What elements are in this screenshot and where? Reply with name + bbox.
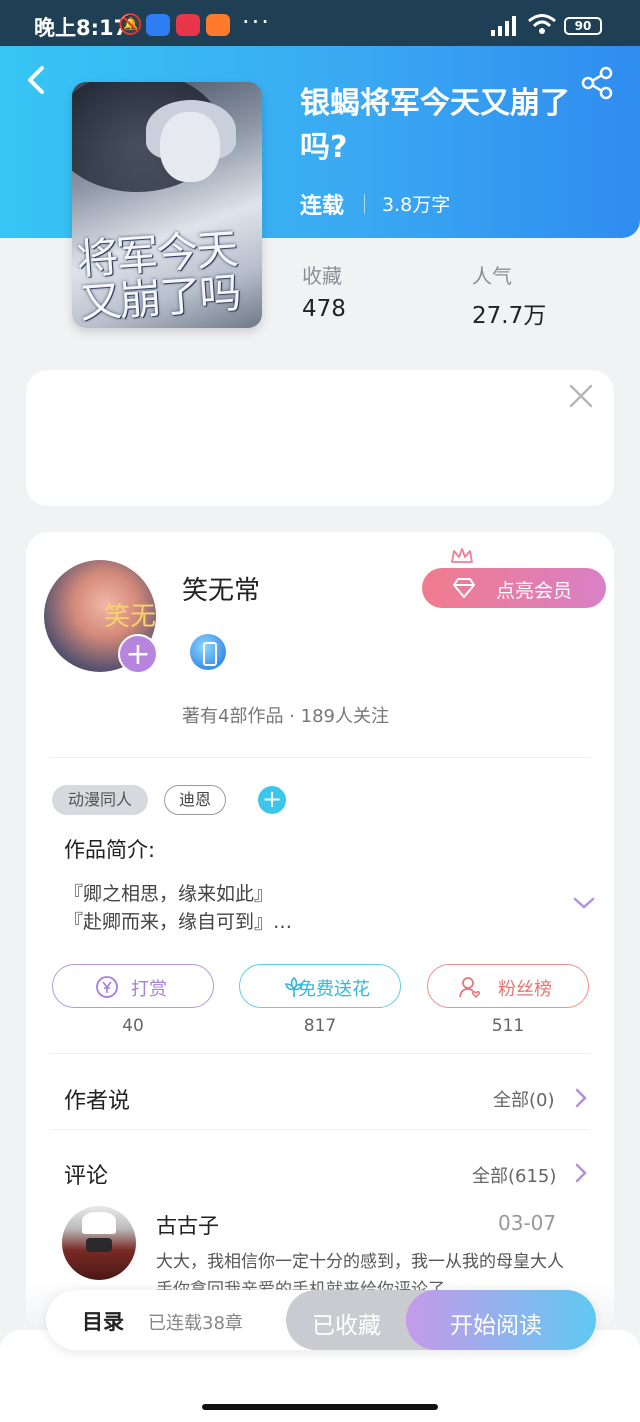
reward-button[interactable]: 打赏 bbox=[52, 964, 214, 1008]
ad-placeholder-card bbox=[26, 370, 614, 506]
home-indicator[interactable] bbox=[202, 1404, 438, 1410]
comment-date: 03-07 bbox=[498, 1211, 557, 1235]
start-reading-button[interactable]: 开始阅读 bbox=[406, 1290, 596, 1350]
favorited-label: 已收藏 bbox=[312, 1313, 381, 1339]
fan-ranking-button[interactable]: 粉丝榜 bbox=[427, 964, 589, 1008]
commenter-avatar[interactable] bbox=[62, 1206, 136, 1280]
cover-face bbox=[160, 112, 220, 182]
book-word-count: 3.8万字 bbox=[382, 194, 451, 216]
diamond-icon bbox=[453, 578, 475, 598]
more-notifications-icon: ··· bbox=[242, 8, 271, 36]
author-name[interactable]: 笑无常 bbox=[182, 570, 260, 607]
app-notification-icon bbox=[176, 14, 200, 36]
fans-count: 511 bbox=[491, 1016, 525, 1036]
cover-title-art: 将军今天又崩了吗 bbox=[74, 224, 242, 328]
chevron-right-icon[interactable] bbox=[574, 1087, 588, 1109]
chapter-count[interactable]: 已连载38章 bbox=[148, 1309, 243, 1335]
add-tag-button[interactable]: + bbox=[258, 786, 286, 814]
comments-all-link[interactable]: 全部(615) bbox=[472, 1162, 556, 1188]
avatar-mask bbox=[86, 1238, 112, 1252]
tag-anime-fanfic[interactable]: 动漫同人 bbox=[52, 785, 148, 815]
status-time: 晚上8:17 bbox=[34, 16, 129, 40]
status-divider bbox=[364, 194, 365, 214]
divider bbox=[50, 1053, 590, 1054]
intro-line: 『赴卿而来，缘自可到』… bbox=[64, 911, 293, 933]
author-badge-icon bbox=[190, 634, 226, 670]
close-icon[interactable] bbox=[568, 383, 594, 409]
reward-label: 打赏 bbox=[131, 979, 167, 1000]
stat-value-popularity: 27.7万 bbox=[472, 303, 547, 329]
start-reading-label: 开始阅读 bbox=[450, 1313, 542, 1339]
stat-label-favorites: 收藏 bbox=[302, 264, 342, 288]
stat-value-favorites: 478 bbox=[302, 296, 346, 322]
author-meta: 著有4部作品 · 189人关注 bbox=[182, 706, 389, 727]
fan-user-icon bbox=[459, 977, 480, 999]
divider bbox=[50, 757, 590, 758]
follow-author-button[interactable]: + bbox=[118, 634, 158, 674]
book-status: 连载 bbox=[300, 194, 345, 219]
fans-label: 粉丝榜 bbox=[498, 979, 552, 1000]
intro-title: 作品简介: bbox=[64, 838, 156, 862]
avatar-signature: 笑无 bbox=[104, 602, 156, 632]
tag-dean[interactable]: 迪恩 bbox=[164, 785, 226, 815]
author-says-title: 作者说 bbox=[64, 1089, 131, 1114]
flower-count: 817 bbox=[303, 1016, 337, 1036]
comments-title: 评论 bbox=[64, 1164, 109, 1189]
battery-icon: 90 bbox=[564, 17, 602, 35]
yen-coin-icon bbox=[96, 976, 118, 998]
book-cover[interactable]: 将军今天又崩了吗 bbox=[72, 82, 262, 328]
app-notification-icon bbox=[146, 14, 170, 36]
chevron-down-icon[interactable] bbox=[572, 894, 596, 912]
muted-bell-icon: 🔕 bbox=[118, 12, 143, 36]
crown-icon bbox=[451, 548, 473, 563]
stat-label-popularity: 人气 bbox=[472, 264, 512, 288]
intro-line: 『卿之相思，缘来如此』 bbox=[64, 883, 274, 905]
vip-button-label: 点亮会员 bbox=[496, 580, 573, 602]
commenter-name[interactable]: 古古子 bbox=[156, 1210, 219, 1240]
status-bar: 晚上8:17 🔕 ··· 90 bbox=[0, 0, 640, 46]
activate-vip-button[interactable]: 点亮会员 bbox=[422, 568, 606, 608]
flower-label: 免费送花 bbox=[298, 979, 370, 1000]
table-of-contents-button[interactable]: 目录 bbox=[82, 1306, 124, 1336]
divider bbox=[50, 1129, 590, 1130]
signal-icon bbox=[491, 16, 516, 36]
wifi-icon bbox=[528, 14, 556, 34]
app-notification-icon bbox=[206, 14, 230, 36]
back-icon[interactable] bbox=[22, 60, 52, 100]
avatar-cap bbox=[82, 1212, 116, 1234]
book-title: 银蝎将军今天又崩了吗? bbox=[300, 86, 570, 165]
reward-count: 40 bbox=[122, 1016, 144, 1036]
author-says-all-link[interactable]: 全部(0) bbox=[493, 1086, 555, 1112]
chevron-right-icon[interactable] bbox=[574, 1162, 588, 1184]
free-flower-button[interactable]: 免费送花 bbox=[239, 964, 401, 1008]
